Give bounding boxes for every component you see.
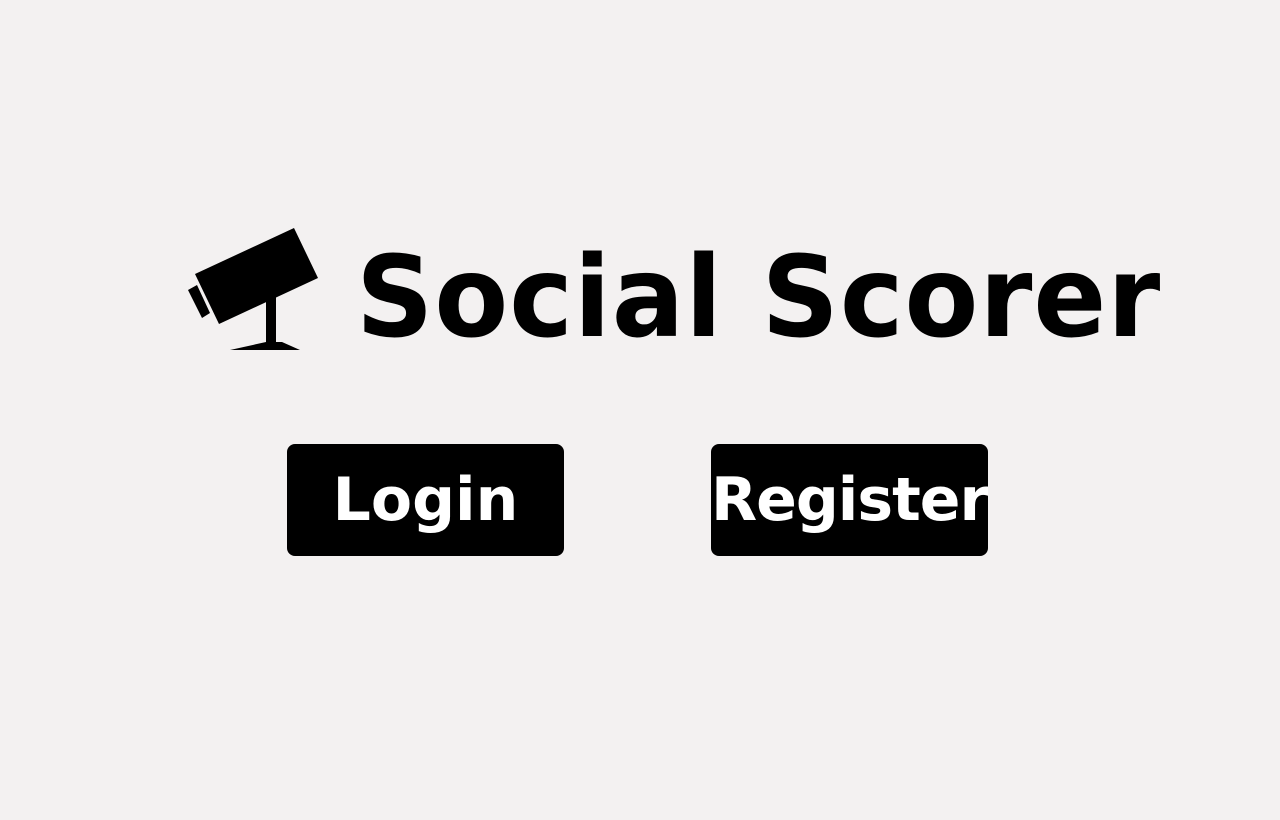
register-button-label: Register <box>711 465 988 535</box>
login-button-label: Login <box>332 465 519 535</box>
app-logo: Social Scorer <box>186 226 1160 356</box>
security-camera-icon <box>186 226 322 352</box>
login-button[interactable]: Login <box>287 444 564 556</box>
register-button[interactable]: Register <box>711 444 988 556</box>
app-title: Social Scorer <box>356 233 1162 363</box>
